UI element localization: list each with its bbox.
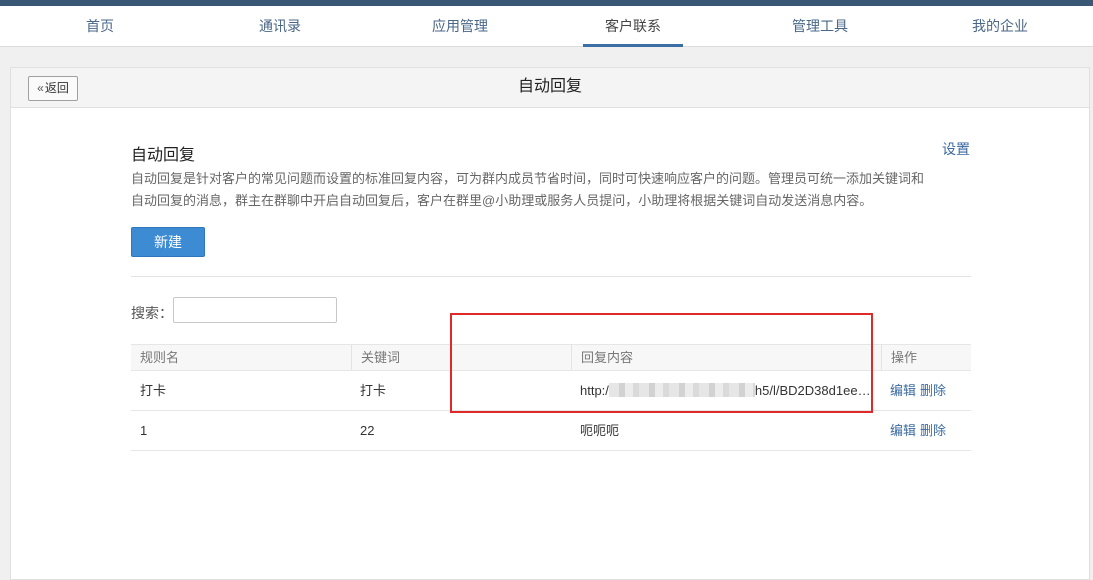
nav-item-app-management[interactable]: 应用管理	[410, 6, 510, 47]
cell-rule-name: 打卡	[140, 383, 167, 398]
cell-rule-name: 1	[140, 423, 148, 438]
nav-item-management-tools[interactable]: 管理工具	[770, 6, 870, 47]
back-button-label: 返回	[44, 81, 69, 95]
cell-keyword: 22	[360, 423, 375, 438]
table-row: 1 22 呃呃呃 编辑 删除	[131, 411, 971, 451]
annotation-highlight-box	[450, 313, 873, 413]
edit-link[interactable]: 编辑	[890, 383, 916, 398]
double-chevron-left-icon: «	[37, 81, 44, 95]
back-button[interactable]: «返回	[28, 76, 78, 101]
main-nav: 首页 通讯录 应用管理 客户联系 管理工具 我的企业	[0, 6, 1093, 47]
section-description: 自动回复是针对客户的常见问题而设置的标准回复内容，可为群内成员节省时间，同时可快…	[131, 171, 925, 208]
column-header-actions: 操作	[881, 345, 971, 370]
search-label: 搜索：	[131, 305, 173, 321]
delete-link[interactable]: 删除	[920, 383, 946, 398]
divider	[131, 276, 971, 277]
nav-item-home[interactable]: 首页	[50, 6, 150, 47]
column-header-rule-name: 规则名	[140, 350, 180, 365]
nav-item-customer-contact[interactable]: 客户联系	[583, 6, 683, 47]
cell-actions: 编辑 删除	[881, 371, 971, 410]
panel-title: 自动回复	[517, 78, 582, 95]
reply-content-prefix: 呃呃呃	[580, 423, 620, 438]
panel-header: 自动回复 «返回	[11, 68, 1089, 108]
cell-actions: 编辑 删除	[881, 411, 971, 450]
search-input[interactable]	[173, 297, 337, 323]
nav-item-contacts[interactable]: 通讯录	[230, 6, 330, 47]
section-title: 自动回复	[131, 147, 196, 164]
nav-item-my-enterprise[interactable]: 我的企业	[950, 6, 1050, 47]
cell-reply-content: 呃呃呃	[571, 411, 871, 450]
settings-link[interactable]: 设置	[942, 139, 970, 159]
delete-link[interactable]: 删除	[920, 423, 946, 438]
new-rule-button[interactable]: 新建	[131, 227, 205, 257]
edit-link[interactable]: 编辑	[890, 423, 916, 438]
